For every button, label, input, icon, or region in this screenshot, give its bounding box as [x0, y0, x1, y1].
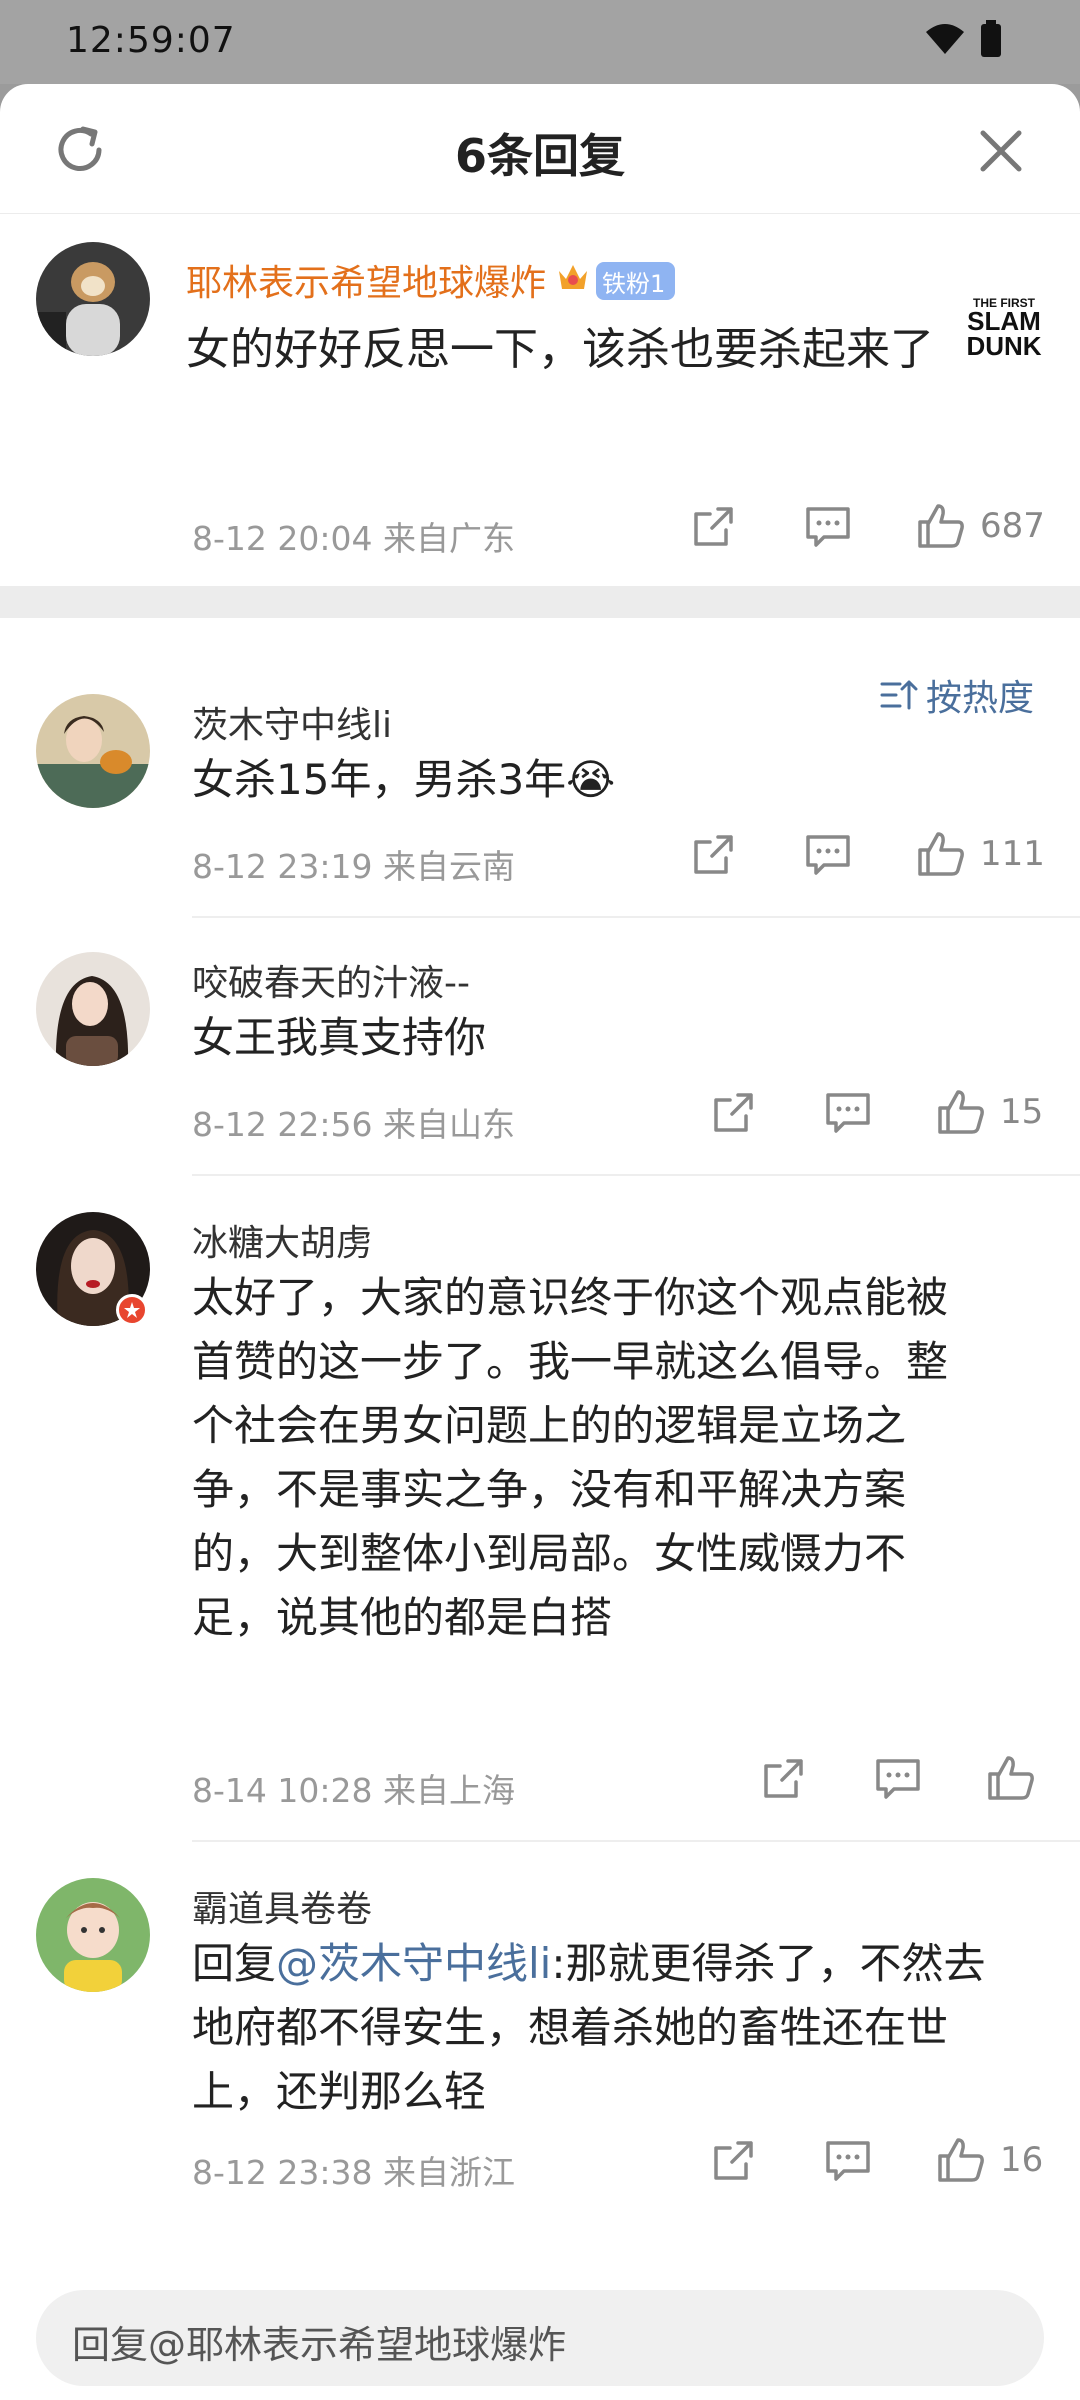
share-icon [694, 507, 733, 546]
like-count: 16 [1000, 2140, 1044, 2180]
fan-badge: 铁粉1 [596, 262, 676, 300]
divider [192, 1174, 1080, 1176]
reply-meta: 8-12 23:38 来自浙江 [192, 2153, 515, 2192]
thumb-up-icon [938, 1090, 984, 1134]
reply-text-segment: :那就更得杀了，不然去 [551, 1939, 986, 1988]
sheet-header: 6条回复 [0, 84, 1080, 214]
thumb-up-icon [918, 504, 964, 548]
reply-text: 回复@茨木守中线li:那就更得杀了，不然去 地府都不得安生，想着杀她的畜牲还在世… [192, 1932, 986, 2124]
sort-label: 按热度 [925, 678, 1034, 719]
divider [192, 916, 1080, 918]
reply-text-line: 太好了，大家的意识终于你这个观点能被 [192, 1273, 949, 1322]
battery-icon [980, 20, 1002, 62]
avatar[interactable] [36, 694, 150, 808]
reply-username[interactable]: 咬破春天的汁液-- [192, 954, 470, 1006]
root-comment-text: 女的好好反思一下，该杀也要杀起来了 [186, 324, 934, 375]
like-button[interactable]: 687 [916, 502, 1045, 550]
thumb-up-icon [938, 2138, 984, 2182]
reply-text-line: 个社会在男女问题上的的逻辑是立场之 [192, 1401, 907, 1450]
wifi-icon [924, 22, 966, 60]
like-count: 687 [980, 506, 1045, 546]
verified-badge-icon [116, 1294, 148, 1326]
avatar[interactable] [36, 1878, 150, 1992]
share-button[interactable] [710, 2138, 756, 2184]
share-icon [694, 835, 733, 874]
share-icon [764, 1759, 803, 1798]
like-button[interactable]: 111 [916, 830, 1045, 878]
comment-icon [826, 2141, 870, 2181]
reply-text-line: 地府都不得安生，想着杀她的畜牲还在世 [192, 2003, 949, 2052]
reply-username[interactable]: 霸道具卷卷 [192, 1880, 372, 1932]
reply-text-line: 足，说其他的都是白搭 [192, 1593, 613, 1642]
replies-sheet: 6条回复 耶林表示希望地球爆炸 铁粉1 女的好好反思一下，该杀也要杀起来了 TH… [0, 84, 1080, 2400]
like-button[interactable]: 16 [936, 2136, 1043, 2184]
reply-text: 女王我真支持你 [192, 1013, 487, 1062]
divider [192, 1840, 1080, 1842]
watermark-logo: THE FIRST SLAM DUNK [964, 297, 1044, 362]
share-icon [714, 2141, 753, 2180]
reply-meta: 8-12 22:56 来自山东 [192, 1105, 515, 1144]
sort-button[interactable]: 按热度 [880, 669, 1034, 721]
status-time: 12:59:07 [66, 20, 236, 61]
comment-button[interactable] [804, 832, 852, 878]
close-button[interactable] [972, 122, 1030, 180]
sort-icon [880, 680, 918, 710]
share-icon [714, 1093, 753, 1132]
like-count: 15 [1000, 1092, 1044, 1132]
reply-text-line: 回复@茨木守中线li:那就更得杀了，不然去 [192, 1932, 986, 1996]
status-icons [924, 20, 1002, 62]
reply-meta: 8-12 23:19 来自云南 [192, 847, 515, 886]
mention-link[interactable]: @茨木守中线li [276, 1939, 551, 1988]
thumb-up-icon [918, 832, 964, 876]
comment-icon [826, 1093, 870, 1133]
share-button[interactable] [690, 504, 736, 550]
comment-button[interactable] [874, 1756, 922, 1802]
root-username[interactable]: 耶林表示希望地球爆炸 铁粉1 [186, 254, 676, 306]
thumb-up-icon [988, 1756, 1034, 1800]
reply-text-line: 上，还判那么轻 [192, 2067, 487, 2116]
root-comment: 耶林表示希望地球爆炸 铁粉1 女的好好反思一下，该杀也要杀起来了 THE FIR… [0, 214, 1080, 586]
fan-badge-label: 铁粉1 [602, 269, 666, 298]
like-button[interactable]: 15 [936, 1088, 1043, 1136]
avatar[interactable] [36, 952, 150, 1066]
crown-icon [556, 259, 590, 302]
comment-button[interactable] [824, 2138, 872, 2184]
reply-meta: 8-14 10:28 来自上海 [192, 1771, 515, 1810]
reply-text-line: 首赞的这一步了。我一早就这么倡导。整 [192, 1337, 949, 1386]
like-count: 111 [980, 834, 1045, 874]
like-button[interactable] [986, 1754, 1036, 1802]
status-bar: 12:59:07 [0, 0, 1080, 84]
comment-icon [876, 1759, 920, 1799]
comment-icon [806, 835, 850, 875]
comment-icon [806, 507, 850, 547]
reply-text-line: 争，不是事实之争，没有和平解决方案 [192, 1465, 907, 1514]
reply-input-bar[interactable]: 回复@耶林表示希望地球爆炸 [36, 2290, 1044, 2386]
section-divider [0, 586, 1080, 618]
root-comment-meta: 8-12 20:04 来自广东 [192, 519, 515, 558]
close-icon [980, 130, 1022, 172]
reply-prefix: 回复 [192, 1939, 277, 1988]
comment-button[interactable] [824, 1090, 872, 1136]
comment-button[interactable] [804, 504, 852, 550]
reply-username[interactable]: 冰糖大胡虏 [192, 1214, 372, 1266]
reply-text: 太好了，大家的意识终于你这个观点能被 首赞的这一步了。我一早就这么倡导。整 个社… [192, 1266, 948, 1650]
avatar[interactable] [36, 242, 150, 356]
sheet-title: 6条回复 [454, 129, 625, 183]
reply-username[interactable]: 茨木守中线li [192, 696, 392, 748]
share-button[interactable] [690, 832, 736, 878]
watermark-line: DUNK [966, 331, 1042, 362]
share-button[interactable] [760, 1756, 806, 1802]
share-button[interactable] [710, 1090, 756, 1136]
reply-input[interactable]: 回复@耶林表示希望地球爆炸 [72, 2314, 566, 2369]
root-username-text: 耶林表示希望地球爆炸 [186, 263, 547, 304]
reply-text-line: 的，大到整体小到局部。女性威慑力不 [192, 1529, 907, 1578]
reply-text: 女杀15年，男杀3年😭 [192, 755, 616, 804]
